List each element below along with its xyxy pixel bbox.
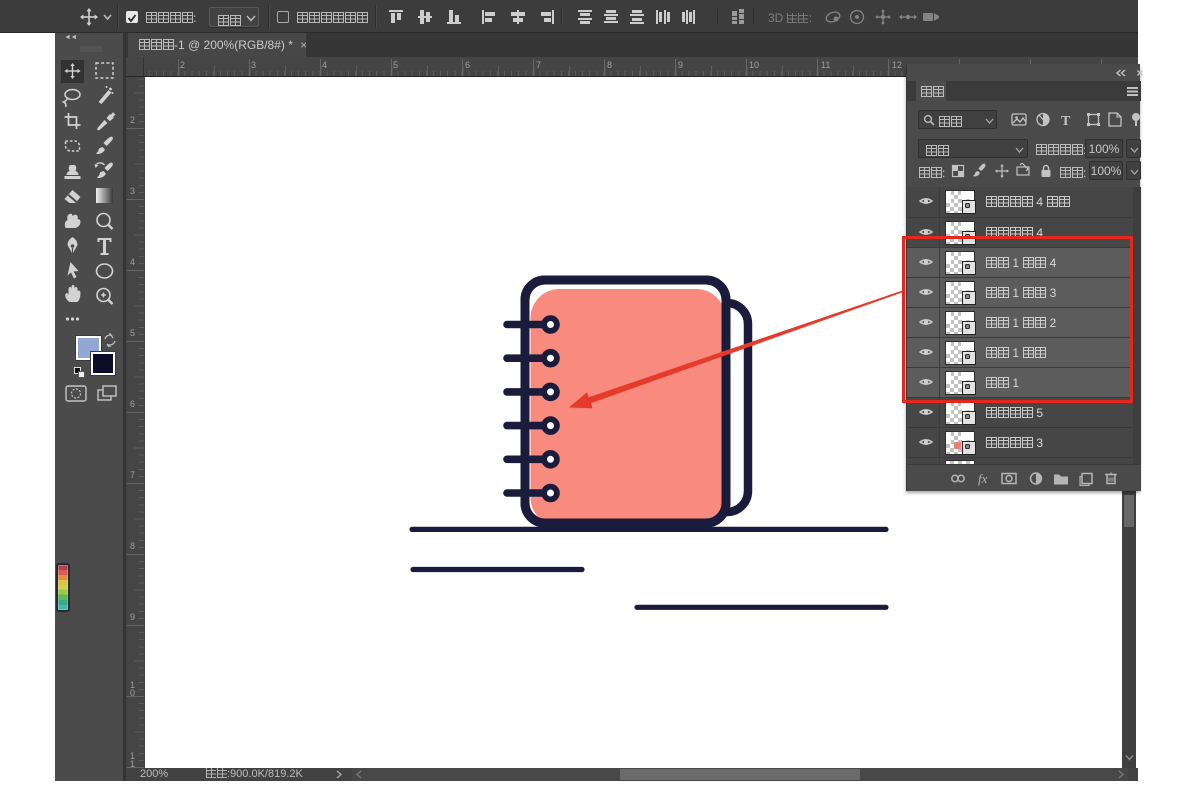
svg-text:T: T (1061, 114, 1071, 127)
svg-text:fx: fx (978, 471, 988, 486)
